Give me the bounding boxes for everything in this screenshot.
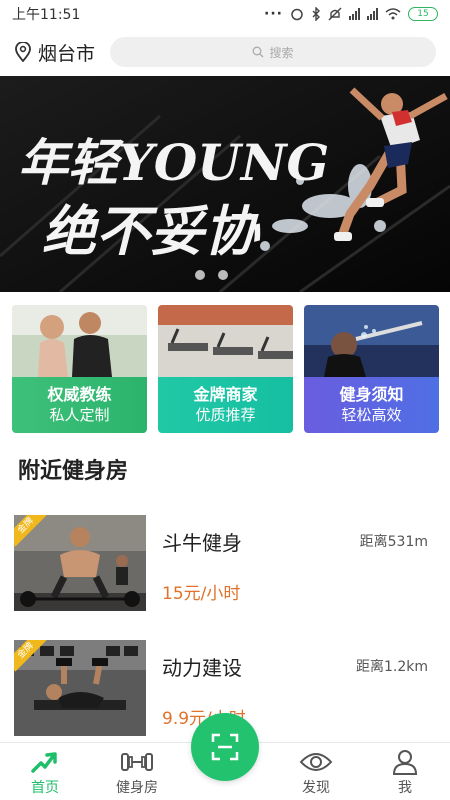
svg-text:年轻YOUNG: 年轻YOUNG <box>18 133 329 192</box>
gym-photo <box>14 515 146 611</box>
status-bar: 上午11:51 ··· 15 <box>0 0 450 28</box>
card-guide-text: 健身须知 轻松高效 <box>304 377 439 433</box>
scan-button[interactable] <box>191 713 259 781</box>
gym-price: 15元/小时 <box>162 584 241 604</box>
list-item[interactable]: 金牌 斗牛健身 距离531m 15元/小时 <box>14 515 434 613</box>
banner-pagination <box>195 270 228 280</box>
card-title: 健身须知 <box>339 385 404 404</box>
more-dots-icon: ··· <box>264 6 283 22</box>
nav-me[interactable]: 我 <box>370 747 440 797</box>
card-title: 权威教练 <box>47 385 112 404</box>
mute-icon <box>328 7 342 21</box>
banner-dot[interactable] <box>218 270 228 280</box>
nav-gym[interactable]: 健身房 <box>102 747 172 797</box>
scan-icon <box>211 733 239 761</box>
gym-photo <box>14 640 146 736</box>
card-title: 金牌商家 <box>193 385 258 404</box>
card-subtitle: 轻松高效 <box>341 406 402 424</box>
card-merchant[interactable]: 金牌商家 优质推荐 <box>158 305 293 433</box>
city-label: 烟台市 <box>38 42 96 65</box>
user-icon <box>392 750 418 775</box>
nav-discover[interactable]: 发现 <box>281 747 351 797</box>
nav-label: 我 <box>398 780 412 796</box>
gym-distance: 距离531m <box>359 534 428 550</box>
banner-dot[interactable] <box>195 270 205 280</box>
card-coach[interactable]: 权威教练 私人定制 <box>12 305 147 433</box>
dumbbell-icon <box>121 753 153 771</box>
status-icons: ··· 15 <box>264 6 438 22</box>
gym-distance: 距离1.2km <box>355 659 428 675</box>
drinking-photo <box>304 305 439 377</box>
card-merchant-text: 金牌商家 优质推荐 <box>158 377 293 433</box>
gym-thumbnail: 金牌 <box>14 515 146 611</box>
treadmill-photo <box>158 305 293 377</box>
battery-icon: 15 <box>408 7 438 21</box>
coach-photo <box>12 305 147 377</box>
card-subtitle: 优质推荐 <box>195 406 256 424</box>
city-selector[interactable]: 烟台市 <box>14 39 110 66</box>
alarm-icon <box>291 8 303 21</box>
status-time: 上午11:51 <box>12 7 81 23</box>
gym-name: 动力建设 <box>162 656 242 680</box>
search-icon <box>253 46 264 58</box>
card-subtitle: 私人定制 <box>49 406 110 424</box>
signal-icon-2 <box>367 8 378 20</box>
nav-label: 健身房 <box>116 780 158 796</box>
card-guide[interactable]: 健身须知 轻松高效 <box>304 305 439 433</box>
nav-label: 首页 <box>31 780 59 796</box>
nearby-gyms-title: 附近健身房 <box>18 459 129 484</box>
search-input[interactable]: 搜索 <box>110 37 436 67</box>
eye-icon <box>299 753 333 771</box>
location-pin-icon <box>15 42 31 62</box>
svg-text:绝不妥协: 绝不妥协 <box>42 199 261 263</box>
bluetooth-icon <box>312 7 320 21</box>
header: 烟台市 搜索 <box>0 28 450 76</box>
gym-thumbnail: 金牌 <box>14 640 146 736</box>
banner-slogan: 年轻YOUNG 绝不妥协 <box>18 133 329 263</box>
search-placeholder: 搜索 <box>269 45 294 60</box>
feature-cards: 权威教练 私人定制 金牌商家 优质推荐 健身须知 轻松高效 <box>12 305 440 433</box>
home-running-icon <box>31 752 57 773</box>
signal-icon-1 <box>349 8 360 20</box>
card-coach-text: 权威教练 私人定制 <box>12 377 147 433</box>
wifi-icon <box>385 8 401 20</box>
nav-label: 发现 <box>302 780 330 796</box>
gym-name: 斗牛健身 <box>162 531 242 555</box>
promo-banner[interactable]: 年轻YOUNG 绝不妥协 <box>0 76 450 292</box>
nav-home[interactable]: 首页 <box>10 747 80 797</box>
